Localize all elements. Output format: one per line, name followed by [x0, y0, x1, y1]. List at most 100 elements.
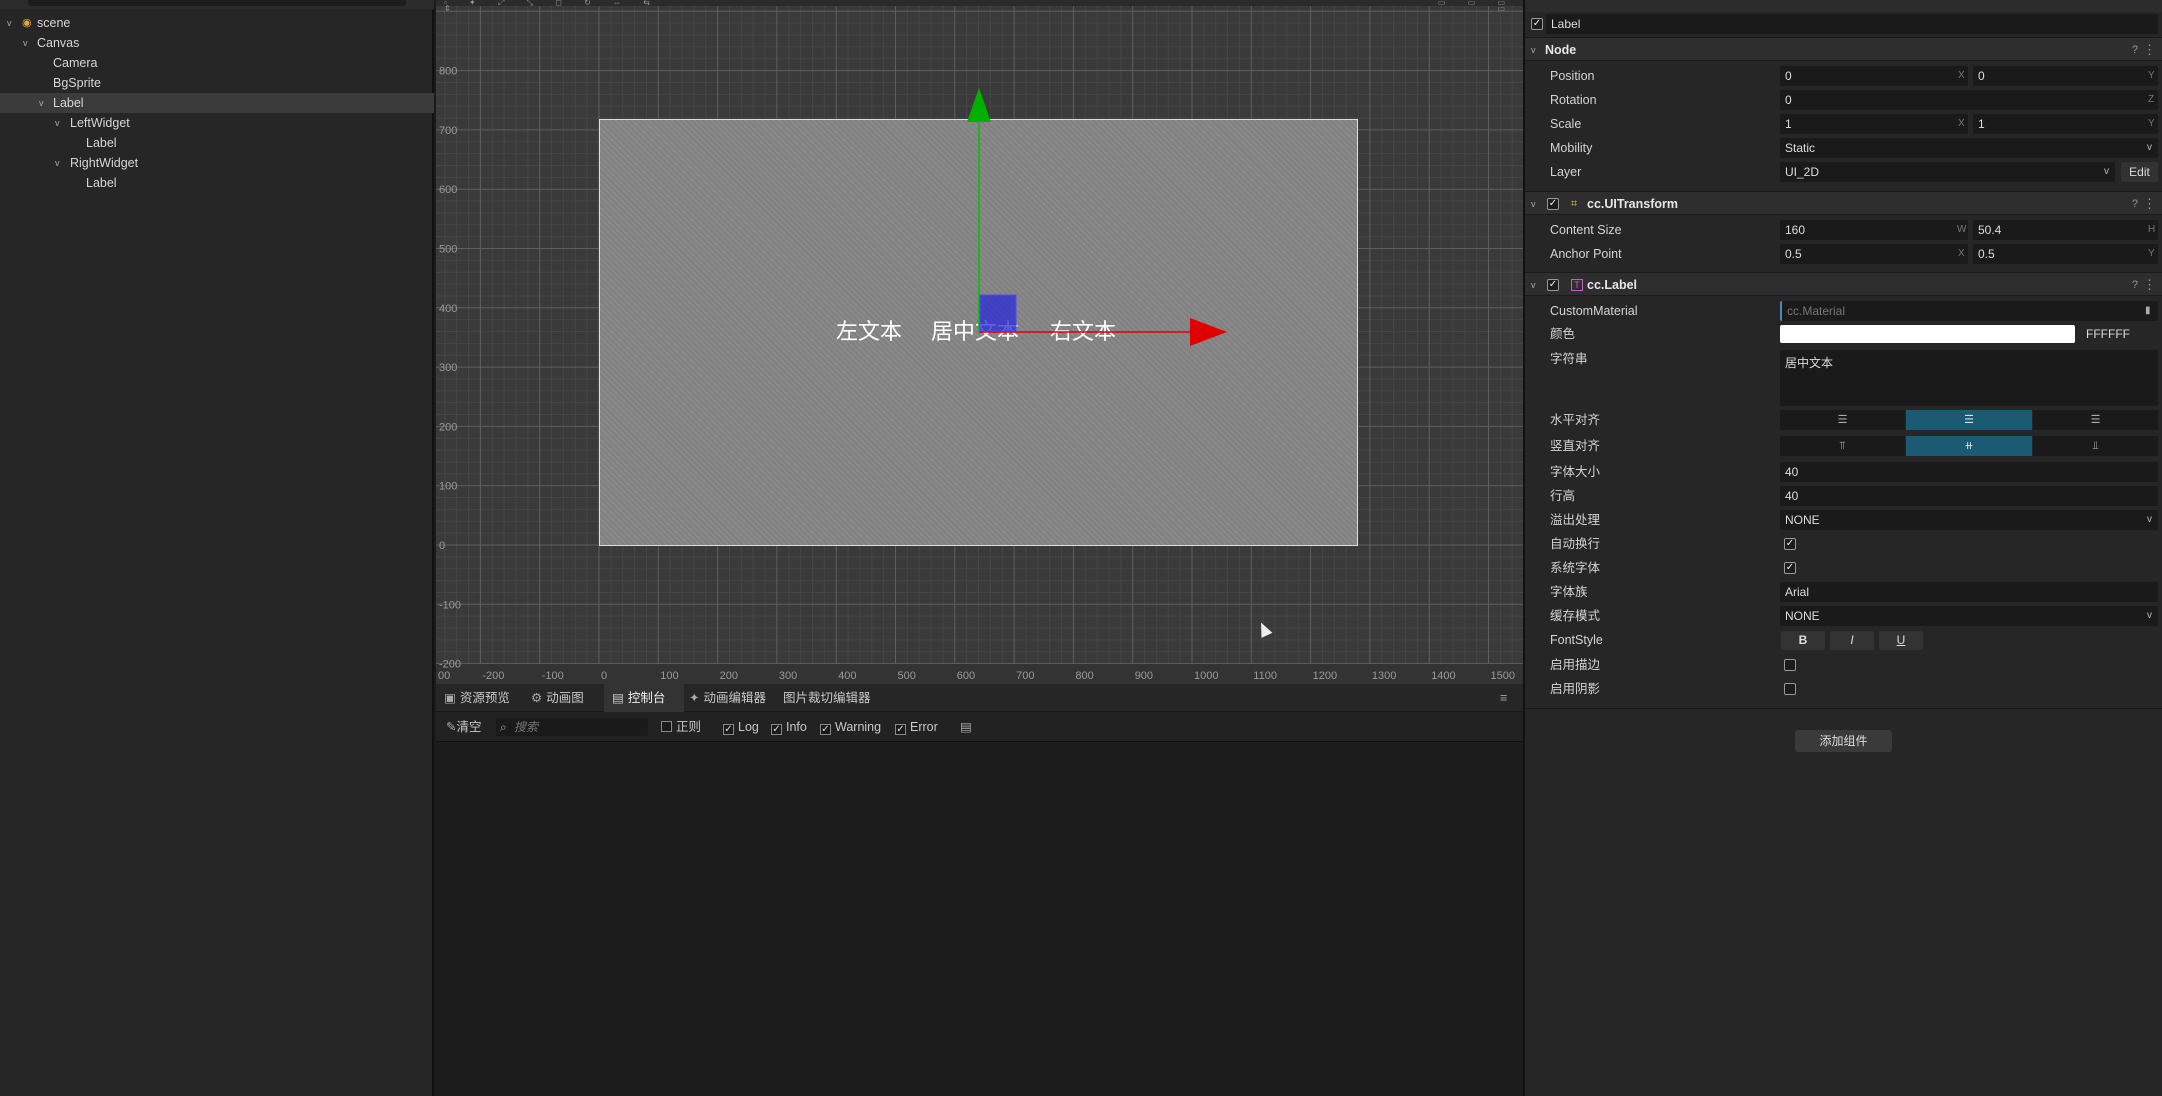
- bold-button[interactable]: B: [1781, 631, 1825, 650]
- inspector-panel: ✓ Label v Node ? ⋮ Position 0 X 0 Y Rota…: [1523, 0, 2162, 1096]
- shadow-checkbox[interactable]: [1784, 683, 1796, 695]
- content-width-field[interactable]: 160: [1780, 220, 1968, 240]
- outline-checkbox[interactable]: [1784, 659, 1796, 671]
- component-enabled-checkbox[interactable]: ✓: [1547, 279, 1559, 291]
- chevron-down-icon[interactable]: v: [55, 153, 60, 173]
- tab-console[interactable]: ▤ 控制台: [604, 684, 684, 712]
- tree-node-label-selected[interactable]: v Label: [0, 93, 434, 113]
- section-title: Node: [1545, 43, 1577, 57]
- underline-button[interactable]: U: [1879, 631, 1923, 650]
- scale-row: Scale 1 X 1 Y: [1525, 112, 2162, 136]
- move-gizmo[interactable]: [436, 0, 1523, 684]
- tab-animation-graph[interactable]: ⚙ 动画图: [531, 684, 603, 712]
- halign-center-button[interactable]: ☰: [1906, 410, 2032, 430]
- section-label[interactable]: v ✓ T cc.Label ? ⋮: [1525, 272, 2162, 296]
- help-icon[interactable]: ?: [2132, 38, 2138, 62]
- help-icon[interactable]: ?: [2132, 273, 2138, 297]
- vertical-align-row: 竖直对齐 ⫪ ⧺ ⫫: [1525, 434, 2162, 458]
- position-row: Position 0 X 0 Y: [1525, 64, 2162, 88]
- chevron-down-icon[interactable]: v: [23, 33, 28, 53]
- anchor-y-field[interactable]: 0.5: [1973, 244, 2158, 264]
- string-textarea[interactable]: 居中文本: [1780, 350, 2158, 406]
- hierarchy-search-bar[interactable]: [0, 0, 434, 9]
- section-title: cc.UITransform: [1587, 197, 1679, 211]
- tree-node-label[interactable]: Label: [0, 173, 434, 193]
- node-active-checkbox[interactable]: ✓: [1531, 18, 1543, 30]
- node-name-field[interactable]: Label: [1546, 14, 2158, 34]
- tree-node-bgsprite[interactable]: BgSprite: [0, 73, 434, 93]
- italic-button[interactable]: I: [1830, 631, 1874, 650]
- warning-checkbox[interactable]: ✓ Warning: [820, 718, 881, 736]
- chevron-down-icon: v: [2147, 514, 2152, 525]
- section-node[interactable]: v Node ? ⋮: [1525, 37, 2162, 61]
- scale-y-field[interactable]: 1: [1973, 114, 2158, 134]
- font-size-field[interactable]: 40: [1780, 462, 2158, 482]
- mobility-select[interactable]: Static v: [1780, 138, 2158, 158]
- more-icon[interactable]: ⋮: [2143, 38, 2156, 62]
- chevron-down-icon: v: [2104, 166, 2109, 177]
- chevron-down-icon[interactable]: v: [1531, 38, 1536, 62]
- tab-animation-editor[interactable]: ✦ 动画编辑器: [681, 684, 771, 712]
- system-font-row: 系统字体 ✓: [1550, 561, 1796, 575]
- tree-node-canvas[interactable]: v Canvas: [0, 33, 434, 53]
- tree-node-leftwidget[interactable]: v LeftWidget: [0, 113, 434, 133]
- valign-bottom-button[interactable]: ⫫: [2033, 436, 2158, 456]
- tab-asset-preview[interactable]: ▣ 资源预览: [444, 684, 528, 712]
- anchor-x-field[interactable]: 0.5: [1780, 244, 1968, 264]
- valign-top-button[interactable]: ⫪: [1780, 436, 1905, 456]
- tab-sprite-editor[interactable]: 图片裁切编辑器: [783, 684, 893, 712]
- error-checkbox[interactable]: ✓ Error: [895, 718, 938, 736]
- broom-icon: ✎: [446, 720, 457, 734]
- tree-node-scene[interactable]: v ◉ scene: [0, 13, 434, 33]
- info-checkbox[interactable]: ✓ Info: [771, 718, 807, 736]
- graph-icon: ⚙: [531, 691, 543, 705]
- color-swatch[interactable]: [1780, 325, 2075, 343]
- layer-row: Layer UI_2D v Edit: [1525, 160, 2162, 184]
- log-file-icon[interactable]: ▤: [960, 718, 972, 736]
- scale-x-field[interactable]: 1: [1780, 114, 1968, 134]
- layer-edit-button[interactable]: Edit: [2121, 162, 2158, 182]
- custom-material-field[interactable]: cc.Material: [1780, 301, 2158, 321]
- tree-node-label[interactable]: Label: [0, 133, 434, 153]
- font-family-field[interactable]: Arial: [1780, 582, 2158, 602]
- section-uitransform[interactable]: v ✓ ⌗ cc.UITransform ? ⋮: [1525, 191, 2162, 215]
- color-hex-text[interactable]: FFFFFF: [2086, 324, 2130, 344]
- chevron-down-icon[interactable]: v: [7, 13, 12, 33]
- menu-icon[interactable]: ≡: [1500, 684, 1516, 712]
- halign-left-button[interactable]: ☰: [1780, 410, 1905, 430]
- line-height-field[interactable]: 40: [1780, 486, 2158, 506]
- clear-button[interactable]: ✎清空: [446, 718, 482, 736]
- component-enabled-checkbox[interactable]: ✓: [1547, 198, 1559, 210]
- search-input[interactable]: 搜索: [514, 718, 538, 736]
- tree-node-camera[interactable]: Camera: [0, 53, 434, 73]
- chevron-down-icon[interactable]: v: [1531, 273, 1536, 297]
- wrap-checkbox[interactable]: ✓: [1784, 538, 1796, 550]
- chevron-down-icon[interactable]: v: [1531, 192, 1536, 216]
- log-checkbox[interactable]: ✓ Log: [723, 718, 759, 736]
- help-icon[interactable]: ?: [2132, 192, 2138, 216]
- tree-node-rightwidget[interactable]: v RightWidget: [0, 153, 434, 173]
- valign-center-button[interactable]: ⧺: [1906, 436, 2032, 456]
- overflow-select[interactable]: NONE v: [1780, 510, 2158, 530]
- cache-mode-select[interactable]: NONE v: [1780, 606, 2158, 626]
- halign-right-button[interactable]: ☰: [2033, 410, 2158, 430]
- chevron-down-icon[interactable]: v: [55, 113, 60, 133]
- search-field[interactable]: ⌕ 搜索: [496, 718, 648, 736]
- more-icon[interactable]: ⋮: [2143, 273, 2156, 297]
- x-axis-arrow-icon: [1190, 318, 1227, 346]
- content-height-field[interactable]: 50.4: [1973, 220, 2158, 240]
- regex-checkbox[interactable]: 正则: [661, 718, 701, 736]
- position-y-field[interactable]: 0: [1973, 66, 2158, 86]
- custom-material-row: CustomMaterial cc.Material ▮: [1525, 299, 2162, 323]
- asset-lock-icon[interactable]: ▮: [2145, 301, 2151, 321]
- scene-view[interactable]: ▫ ✦ ⤢ ⤡ ◻ ↻ ⇔ ⇆ ⇕ ▭ ▭ ▭ ▭ 800 700 600 500 40…: [436, 0, 1523, 684]
- more-icon[interactable]: ⋮: [2143, 192, 2156, 216]
- console-toolbar: ✎清空 ⌕ 搜索 正则 ✓ Log ✓ Info ✓ Warning ✓ Error ▤: [436, 712, 1523, 742]
- add-component-button[interactable]: 添加组件: [1795, 730, 1892, 752]
- rotation-field[interactable]: 0: [1780, 90, 2158, 110]
- layer-select[interactable]: UI_2D v: [1780, 162, 2115, 182]
- chevron-down-icon[interactable]: v: [39, 93, 44, 113]
- system-font-checkbox[interactable]: ✓: [1784, 562, 1796, 574]
- tree-node-label: LeftWidget: [70, 116, 130, 130]
- position-x-field[interactable]: 0: [1780, 66, 1968, 86]
